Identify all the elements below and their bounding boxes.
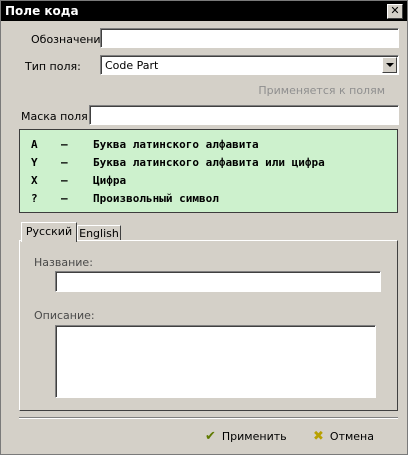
applies-to-fields-text: Применяется к полям <box>258 84 385 97</box>
legend-text: Буква латинского алфавита или цифра <box>93 156 325 169</box>
divider <box>19 417 398 419</box>
apply-button-label: Применить <box>221 430 287 443</box>
dropdown-arrow-icon[interactable] <box>382 57 397 73</box>
mask-legend: A – Буква латинского алфавита Y – Буква … <box>19 129 398 213</box>
field-type-select[interactable]: Code Part <box>100 55 399 75</box>
cancel-button-label: Отмена <box>329 430 374 443</box>
legend-key: A <box>31 138 38 151</box>
tab-panel: Название: Описание: <box>19 240 398 411</box>
legend-text: Произвольный символ <box>93 192 219 205</box>
field-type-value: Code Part <box>105 59 159 72</box>
cross-icon: ✖ <box>313 429 324 444</box>
legend-key: X <box>31 174 38 187</box>
legend-text: Буква латинского алфавита <box>93 138 259 151</box>
description-label: Описание: <box>34 309 95 322</box>
cancel-button[interactable]: ✖ Отмена <box>313 429 374 444</box>
window-title: Поле кода <box>5 4 79 18</box>
designation-input[interactable] <box>100 28 399 48</box>
apply-button[interactable]: ✔ Применить <box>205 429 287 444</box>
mask-input[interactable] <box>89 105 399 125</box>
name-input[interactable] <box>55 271 381 292</box>
name-label: Название: <box>34 256 93 269</box>
field-type-label: Тип поля: <box>25 60 81 73</box>
legend-key: Y <box>31 156 38 169</box>
legend-key: ? <box>31 192 38 205</box>
check-icon: ✔ <box>205 429 216 444</box>
close-button[interactable]: ✕ <box>387 4 403 19</box>
tab-english[interactable]: English <box>77 225 121 241</box>
tab-russian[interactable]: Русский <box>21 222 77 242</box>
description-textarea[interactable] <box>55 325 376 398</box>
mask-label: Маска поля: <box>21 110 92 123</box>
close-icon: ✕ <box>390 4 400 17</box>
legend-text: Цифра <box>93 174 127 187</box>
title-bar[interactable]: Поле кода ✕ <box>1 1 407 21</box>
dialog-window: Поле кода ✕ Обозначение: Тип поля: Code … <box>0 0 408 455</box>
